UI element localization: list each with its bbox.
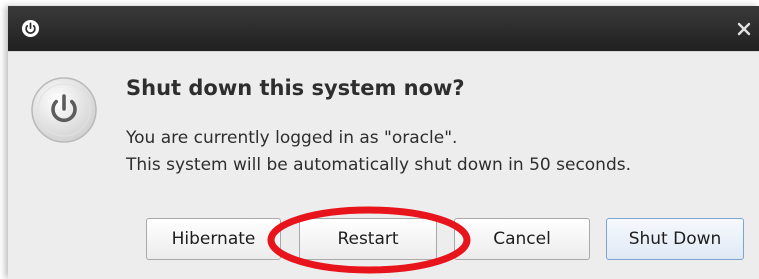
message-line-countdown: This system will be automatically shut d… [126, 155, 632, 175]
dialog-message: You are currently logged in as "oracle".… [126, 125, 631, 179]
cancel-button[interactable]: Cancel [454, 218, 590, 260]
shutdown-dialog-window: Shut down this system now? You are curre… [8, 6, 759, 279]
message-line-login: You are currently logged in as "oracle". [126, 128, 458, 148]
restart-button[interactable]: Restart [299, 218, 437, 260]
shut-down-button[interactable]: Shut Down [606, 218, 744, 260]
dialog-body: Shut down this system now? You are curre… [8, 51, 759, 279]
hibernate-button[interactable]: Hibernate [146, 218, 281, 260]
title-bar[interactable] [8, 6, 759, 51]
power-icon [31, 77, 97, 143]
dialog-heading: Shut down this system now? [126, 76, 465, 100]
close-icon[interactable] [735, 20, 753, 38]
power-icon [21, 19, 40, 38]
